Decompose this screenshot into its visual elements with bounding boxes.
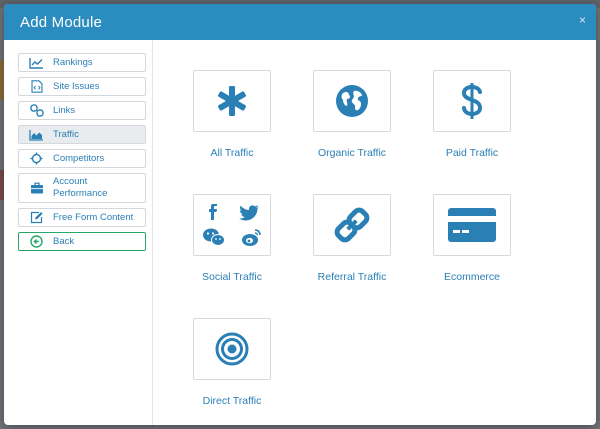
module-tile-all-traffic[interactable] <box>193 70 271 132</box>
module-label-ecommerce[interactable]: Ecommerce <box>412 271 532 283</box>
sidebar-item-label: Free Form Content <box>53 211 134 223</box>
sidebar-item-label: Account Performance <box>53 176 108 199</box>
briefcase-icon <box>29 182 44 195</box>
dollar-icon <box>461 83 483 119</box>
target-icon <box>215 332 249 366</box>
area-chart-icon <box>29 128 44 141</box>
sidebar-item-links[interactable]: Links <box>18 101 146 120</box>
crosshair-icon <box>29 152 44 165</box>
module-label-social-traffic[interactable]: Social Traffic <box>172 271 292 283</box>
sidebar-item-rankings[interactable]: Rankings <box>18 53 146 72</box>
sidebar-item-account-performance[interactable]: Account Performance <box>18 173 146 203</box>
module-tile-organic-traffic[interactable] <box>313 70 391 132</box>
social-icons <box>203 204 261 246</box>
back-button[interactable]: Back <box>18 232 146 251</box>
module-tile-direct-traffic[interactable] <box>193 318 271 380</box>
sidebar-item-label: Competitors <box>53 152 105 164</box>
module-grid: All Traffic Organic Traffic Paid Traffic <box>153 40 596 425</box>
module-label-referral-traffic[interactable]: Referral Traffic <box>292 271 412 283</box>
dialog-title: Add Module <box>20 13 103 31</box>
sidebar-item-traffic[interactable]: Traffic <box>18 125 146 144</box>
link-icon <box>334 207 370 243</box>
sidebar-item-site-issues[interactable]: Site Issues <box>18 77 146 96</box>
asterisk-icon <box>218 86 246 116</box>
module-tile-referral-traffic[interactable] <box>313 194 391 256</box>
chain-link-icon <box>29 104 44 117</box>
credit-card-icon <box>448 208 496 242</box>
code-file-icon <box>29 80 44 93</box>
module-label-all-traffic[interactable]: All Traffic <box>172 147 292 159</box>
sidebar-item-competitors[interactable]: Competitors <box>18 149 146 168</box>
sidebar-item-free-form-content[interactable]: Free Form Content <box>18 208 146 227</box>
edit-icon <box>29 211 44 224</box>
globe-icon <box>336 85 368 117</box>
sidebar-item-label: Rankings <box>53 56 93 68</box>
module-category-sidebar: Rankings Site Issues Links Traffic Compe… <box>4 40 153 425</box>
module-tile-paid-traffic[interactable] <box>433 70 511 132</box>
dialog-header: Add Module × <box>4 4 596 40</box>
module-tile-ecommerce[interactable] <box>433 194 511 256</box>
close-icon[interactable]: × <box>579 13 586 27</box>
sidebar-item-label: Site Issues <box>53 80 100 92</box>
sidebar-item-label: Links <box>53 104 76 116</box>
back-button-label: Back <box>53 235 75 247</box>
add-module-dialog: Add Module × Rankings Site Issues Links … <box>4 4 596 425</box>
module-label-organic-traffic[interactable]: Organic Traffic <box>292 147 412 159</box>
sidebar-item-label: Traffic <box>53 128 79 140</box>
module-tile-social-traffic[interactable] <box>193 194 271 256</box>
module-label-direct-traffic[interactable]: Direct Traffic <box>172 395 292 407</box>
module-label-paid-traffic[interactable]: Paid Traffic <box>412 147 532 159</box>
line-chart-icon <box>29 56 44 69</box>
circle-arrow-left-icon <box>29 235 44 248</box>
